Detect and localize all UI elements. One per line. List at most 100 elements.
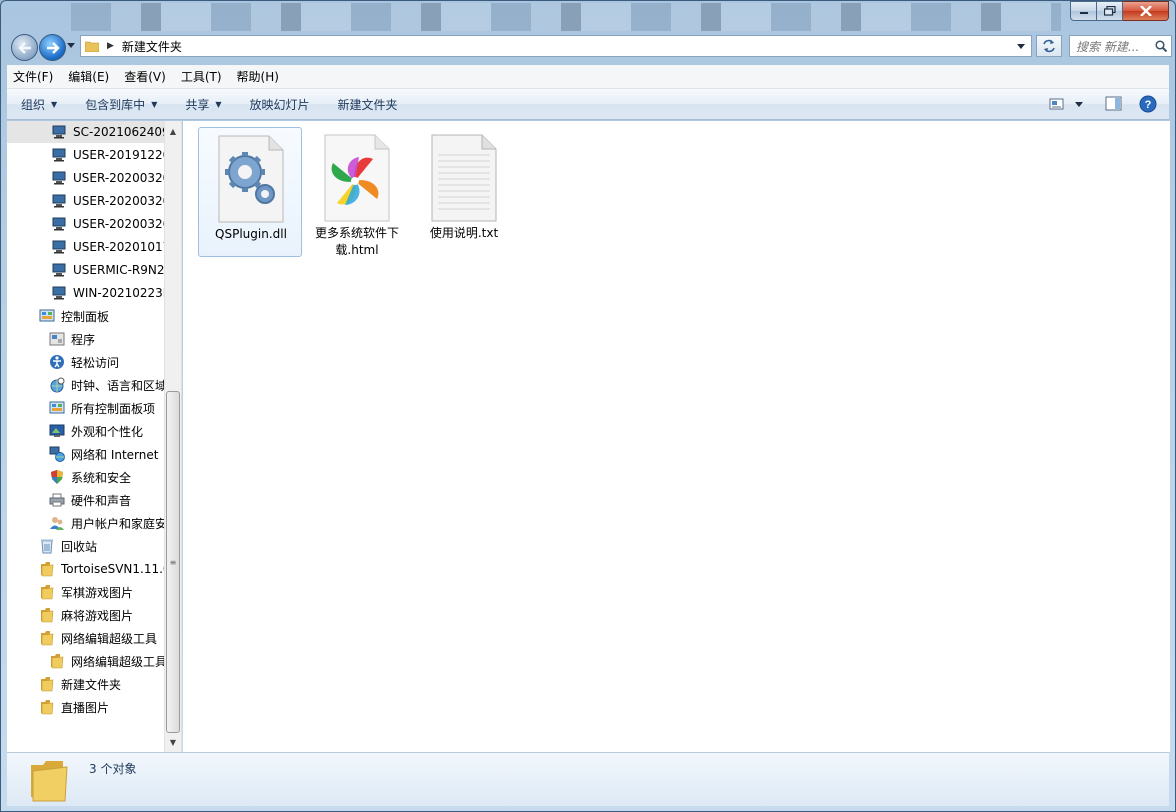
tree-item[interactable]: 回收站: [7, 535, 165, 557]
tree-item[interactable]: 网络和 Internet: [7, 443, 165, 465]
ease-of-access-icon: [49, 354, 65, 370]
view-controls: ?: [1049, 95, 1157, 113]
preview-pane-icon[interactable]: [1105, 96, 1123, 112]
menu-bar: 文件(F) 编辑(E) 查看(V) 工具(T) 帮助(H): [7, 65, 1169, 89]
navigation-scrollbar[interactable]: ▲ ≡ ▼: [164, 121, 181, 752]
help-icon[interactable]: ?: [1139, 95, 1157, 113]
breadcrumb-current[interactable]: 新建文件夹: [122, 38, 182, 55]
tree-item-label: USER-20200320.: [73, 171, 165, 185]
refresh-button[interactable]: [1036, 35, 1062, 57]
navigation-pane: SC-20210624091 USER-20191220I USER-2020032…: [7, 121, 182, 752]
file-item[interactable]: 更多系统软件下载.html: [305, 127, 409, 257]
tree-item-label: 回收站: [61, 539, 98, 554]
arrow-right-icon: [46, 41, 60, 54]
include-in-library-label: 包含到库中: [85, 97, 146, 112]
tree-item[interactable]: WIN-20210223E: [7, 282, 165, 304]
restore-icon: [1103, 6, 1116, 16]
explorer-window: ▶ 新建文件夹 搜索 新建... 文件(F) 编辑(E) 查看(V) 工具(T)…: [0, 0, 1176, 812]
computer-icon: [51, 147, 67, 163]
tree-item-label: 轻松访问: [71, 355, 120, 370]
recent-pages-dropdown[interactable]: [67, 43, 75, 48]
chevron-down-icon: ▼: [51, 99, 58, 109]
file-item[interactable]: QSPlugin.dll: [198, 127, 302, 257]
tree-item-label: 麻将游戏图片: [61, 608, 134, 623]
recycle-bin-icon: [39, 538, 55, 554]
tree-item-label: 用户帐户和家庭安: [71, 516, 165, 531]
tree-item[interactable]: USERMIC-R9N2: [7, 259, 165, 281]
svg-text:?: ?: [1145, 99, 1152, 111]
text-file-icon: [431, 134, 497, 222]
users-icon: [49, 515, 65, 531]
organize-button[interactable]: 组织 ▼: [21, 96, 57, 113]
folder-icon: [39, 584, 55, 600]
tree-item[interactable]: 硬件和声音: [7, 489, 165, 511]
change-view-icon[interactable]: [1049, 97, 1065, 111]
tree-item-label: 新建文件夹: [61, 677, 122, 692]
menu-view[interactable]: 查看(V): [124, 68, 166, 85]
scroll-down-arrow[interactable]: ▼: [165, 734, 181, 750]
folder-icon: [49, 653, 65, 669]
computer-icon: [51, 193, 67, 209]
search-icon[interactable]: [1155, 40, 1167, 52]
tree-item[interactable]: 轻松访问: [7, 351, 165, 373]
tree-item[interactable]: 程序: [7, 328, 165, 350]
titlebar-background: [71, 3, 1061, 31]
tree-item-label: USER-20200326\: [73, 217, 165, 231]
new-folder-button[interactable]: 新建文件夹: [338, 96, 398, 113]
menu-file[interactable]: 文件(F): [13, 68, 53, 85]
tree-item-label: 外观和个性化: [71, 424, 144, 439]
tree-item[interactable]: USER-20201017I: [7, 236, 165, 258]
navigation-bar: ▶ 新建文件夹 搜索 新建...: [7, 31, 1172, 63]
tree-item[interactable]: 控制面板: [7, 305, 165, 327]
tree-item[interactable]: 新建文件夹: [7, 673, 165, 695]
address-bar[interactable]: ▶ 新建文件夹: [80, 35, 1032, 57]
computer-icon: [51, 124, 67, 140]
tree-item[interactable]: USER-20200326\: [7, 213, 165, 235]
computer-icon: [51, 262, 67, 278]
tree-item[interactable]: USER-20200320: [7, 190, 165, 212]
folder-icon: [39, 676, 55, 692]
address-history-dropdown[interactable]: [1017, 43, 1025, 49]
scrollbar-thumb[interactable]: ≡: [166, 391, 180, 733]
tree-item[interactable]: 外观和个性化: [7, 420, 165, 442]
tree-item-label: USER-20191220I: [73, 148, 165, 162]
file-name: 更多系统软件下载.html: [314, 226, 399, 257]
include-in-library-button[interactable]: 包含到库中 ▼: [85, 96, 157, 113]
search-input[interactable]: 搜索 新建...: [1069, 35, 1172, 57]
tree-item[interactable]: 用户帐户和家庭安: [7, 512, 165, 534]
tree-item[interactable]: USER-20191220I: [7, 144, 165, 166]
close-button[interactable]: [1123, 1, 1169, 21]
file-name: 使用说明.txt: [429, 226, 499, 240]
minimize-icon: [1079, 12, 1088, 14]
view-options-dropdown[interactable]: [1075, 101, 1083, 107]
tree-item[interactable]: 系统和安全: [7, 466, 165, 488]
tree-item-label: 网络和 Internet: [71, 447, 159, 462]
share-button[interactable]: 共享 ▼: [185, 96, 221, 113]
tree-item[interactable]: 军棋游戏图片: [7, 581, 165, 603]
tree-item-label: WIN-20210223E: [73, 286, 165, 300]
tree-item[interactable]: 麻将游戏图片: [7, 604, 165, 626]
tree-item[interactable]: 时钟、语言和区域: [7, 374, 165, 396]
menu-edit[interactable]: 编辑(E): [68, 68, 109, 85]
tree-item[interactable]: 网络编辑超级工具: [7, 650, 165, 672]
menu-help[interactable]: 帮助(H): [237, 68, 279, 85]
file-item[interactable]: 使用说明.txt: [412, 127, 516, 257]
back-button[interactable]: [11, 34, 38, 61]
slideshow-button[interactable]: 放映幻灯片: [250, 96, 310, 113]
forward-button[interactable]: [39, 34, 66, 61]
maximize-button[interactable]: [1097, 1, 1123, 21]
tree-item[interactable]: USER-20200320.: [7, 167, 165, 189]
menu-tools[interactable]: 工具(T): [181, 68, 222, 85]
tree-item[interactable]: SC-20210624091: [7, 121, 165, 143]
tree-item[interactable]: 所有控制面板项: [7, 397, 165, 419]
tree-item-label: 军棋游戏图片: [61, 585, 134, 600]
scroll-up-arrow[interactable]: ▲: [165, 123, 181, 139]
breadcrumb-separator[interactable]: ▶: [107, 41, 114, 51]
tree-item[interactable]: 网络编辑超级工具: [7, 627, 165, 649]
minimize-button[interactable]: [1070, 1, 1097, 21]
tree-item-label: USERMIC-R9N2: [73, 263, 165, 277]
tree-item[interactable]: 直播图片: [7, 696, 165, 718]
tree-item[interactable]: TortoiseSVN1.11.0: [7, 558, 165, 580]
computer-icon: [51, 239, 67, 255]
dll-gear-icon: [218, 135, 284, 223]
